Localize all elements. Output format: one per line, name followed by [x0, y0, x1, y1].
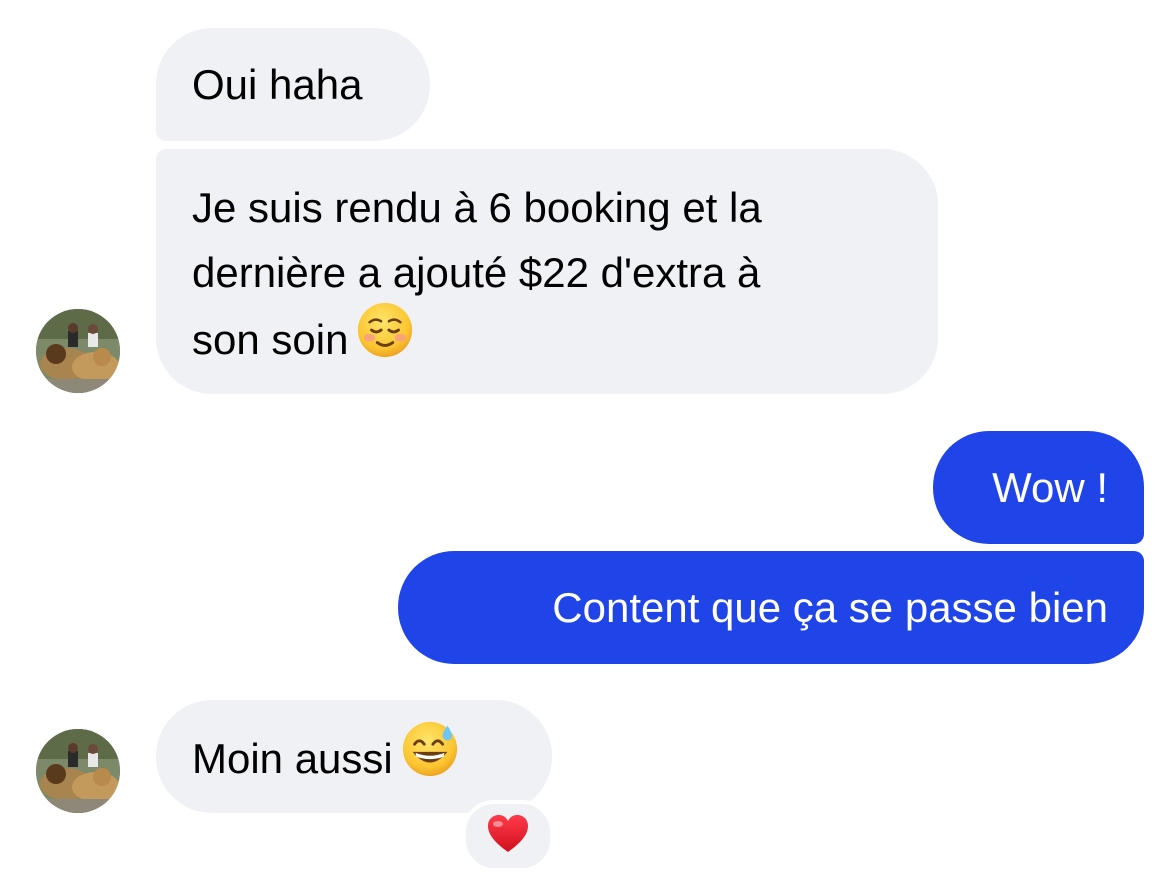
message-reaction[interactable] — [462, 800, 554, 872]
message-bubble-outgoing[interactable]: Content que ça se passe bien — [398, 551, 1144, 664]
grinning-sweat-icon — [401, 720, 459, 796]
avatar[interactable] — [36, 729, 120, 813]
message-text: Wow ! — [992, 464, 1108, 511]
heart-icon — [486, 814, 530, 859]
message-text: Content que ça se passe bien — [552, 584, 1108, 631]
smiling-face-icon — [356, 301, 414, 377]
message-text: Oui haha — [192, 61, 363, 108]
avatar[interactable] — [36, 309, 120, 393]
message-text-line-with-emoji: son soin — [192, 302, 902, 370]
message-text: son soin — [192, 316, 349, 364]
message-bubble-incoming[interactable]: Oui haha — [156, 28, 430, 141]
message-bubble-incoming[interactable]: Moin aussi — [156, 700, 552, 813]
message-text: Moin aussi — [192, 735, 393, 783]
message-bubble-incoming[interactable]: Je suis rendu à 6 booking et la dernière… — [156, 149, 938, 394]
message-text-line: Je suis rendu à 6 booking et la — [192, 184, 762, 231]
message-bubble-outgoing[interactable]: Wow ! — [933, 431, 1144, 544]
conversation-thread: Oui haha Je suis rendu à 6 booking et la… — [0, 0, 1170, 886]
message-text-line: dernière a ajouté $22 d'extra à — [192, 249, 761, 296]
